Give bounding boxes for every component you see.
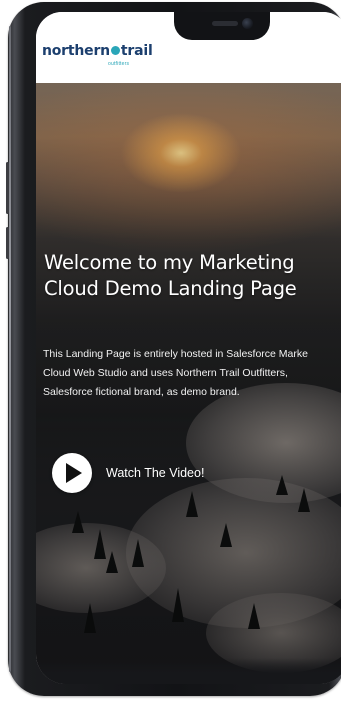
play-button[interactable] — [52, 453, 92, 493]
hero-title: Welcome to my Marketing Cloud Demo Landi… — [44, 251, 297, 300]
brand-logo[interactable]: northern trail outfitters — [42, 43, 153, 67]
hero-description-line: Cloud Web Studio and uses Northern Trail… — [43, 367, 288, 379]
play-icon — [66, 463, 82, 483]
logo-mark-icon — [110, 46, 120, 55]
phone-screen: northern trail outfitters Welcome to my … — [36, 12, 341, 684]
front-camera-icon — [242, 18, 253, 29]
brand-name-part1: northern — [42, 43, 110, 59]
phone-notch — [174, 12, 270, 40]
watch-video-button[interactable]: Watch The Video! — [52, 452, 204, 494]
hero-description-line: Salesforce fictional brand, as demo bran… — [43, 386, 240, 398]
speaker-grille — [212, 21, 238, 26]
brand-subtitle: outfitters — [108, 61, 130, 67]
hero-description: This Landing Page is entirely hosted in … — [43, 345, 341, 402]
brand-name-part2: trail — [120, 43, 153, 59]
power-button — [6, 227, 9, 259]
hero-description-line: This Landing Page is entirely hosted in … — [43, 348, 308, 360]
volume-button — [6, 162, 9, 214]
phone-frame: northern trail outfitters Welcome to my … — [6, 2, 341, 696]
bottom-fade — [36, 658, 341, 684]
watch-video-label[interactable]: Watch The Video! — [106, 466, 204, 480]
